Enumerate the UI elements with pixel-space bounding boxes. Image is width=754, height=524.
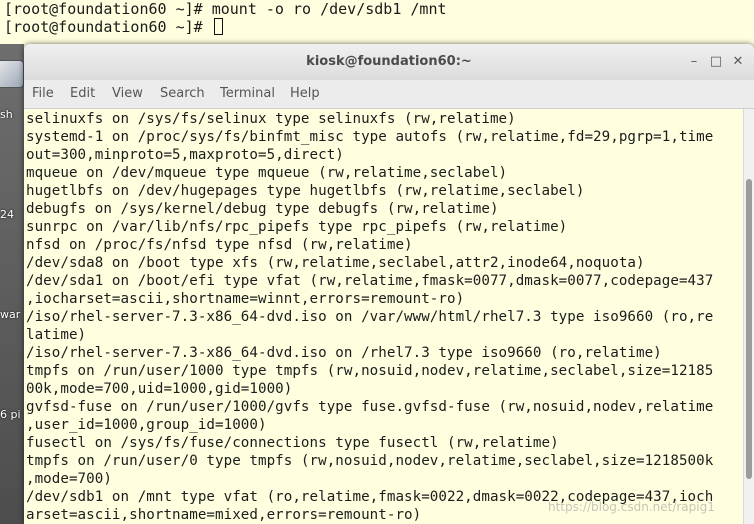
menu-file[interactable]: File (32, 80, 54, 108)
desktop-area: sh 24 war 6 pi (0, 44, 24, 524)
output-line: hugetlbfs on /dev/hugepages type hugetlb… (26, 183, 585, 199)
menu-help[interactable]: Help (290, 80, 320, 108)
output-line: ,mode=700) (26, 471, 112, 487)
desktop-label: sh (0, 108, 13, 121)
maximize-icon[interactable]: □ (708, 54, 724, 70)
menu-search[interactable]: Search (160, 80, 205, 108)
output-line: tmpfs on /run/user/1000 type tmpfs (rw,n… (26, 363, 714, 379)
minimize-icon[interactable]: – (686, 54, 702, 70)
output-line: mqueue on /dev/mqueue type mqueue (rw,re… (26, 165, 508, 181)
close-icon[interactable]: ✕ (730, 54, 746, 70)
terminal-window[interactable]: kiosk@foundation60:~ – □ ✕ File Edit Vie… (24, 44, 754, 524)
desktop-label: 24 (0, 208, 14, 221)
bg-terminal-line: [root@foundation60 ~]# mount -o ro /dev/… (4, 0, 447, 18)
output-line: /iso/rhel-server-7.3-x86_64-dvd.iso on /… (26, 309, 714, 325)
output-line: ,iocharset=ascii,shortname=winnt,errors=… (26, 291, 465, 307)
output-line: /dev/sda1 on /boot/efi type vfat (rw,rel… (26, 273, 714, 289)
output-line: /iso/rhel-server-7.3-x86_64-dvd.iso on /… (26, 345, 662, 361)
output-line: latime) (26, 327, 87, 343)
output-line: tmpfs on /run/user/0 type tmpfs (rw,nosu… (26, 453, 714, 469)
output-line: debugfs on /sys/kernel/debug type debugf… (26, 201, 499, 217)
desktop-label: war (0, 308, 21, 321)
terminal-output[interactable]: selinuxfs on /sys/fs/selinux type selinu… (24, 109, 744, 524)
menu-edit[interactable]: Edit (70, 80, 95, 108)
output-line: sunrpc on /var/lib/nfs/rpc_pipefs type r… (26, 219, 568, 235)
cursor-block (213, 18, 223, 35)
output-line: nfsd on /proc/fs/nfsd type nfsd (rw,rela… (26, 237, 413, 253)
output-line: 00k,mode=700,uid=1000,gid=1000) (26, 381, 293, 397)
desktop-label: 6 pi (0, 408, 21, 421)
output-line: systemd-1 on /proc/sys/fs/binfmt_misc ty… (26, 129, 714, 145)
bg-terminal-prompt: [root@foundation60 ~]# (4, 18, 212, 36)
output-line: selinuxfs on /sys/fs/selinux type selinu… (26, 111, 516, 127)
bg-terminal-prompt-line: [root@foundation60 ~]# (4, 18, 223, 36)
menu-view[interactable]: View (112, 80, 143, 108)
scrollbar-thumb[interactable] (746, 179, 752, 479)
menu-terminal[interactable]: Terminal (220, 80, 275, 108)
output-line: arset=ascii,shortname=mixed,errors=remou… (26, 507, 422, 523)
title-bar[interactable]: kiosk@foundation60:~ – □ ✕ (24, 44, 754, 81)
output-line: out=300,minproto=5,maxproto=5,direct) (26, 147, 344, 163)
watermark: https://blog.csdn.net/rapig1 (548, 500, 715, 514)
scrollbar[interactable] (743, 109, 754, 524)
desktop-icon[interactable] (0, 60, 24, 88)
output-line: fusectl on /sys/fs/fuse/connections type… (26, 435, 559, 451)
output-line: /dev/sda8 on /boot type xfs (rw,relatime… (26, 255, 645, 271)
output-line: gvfsd-fuse on /run/user/1000/gvfs type f… (26, 399, 714, 415)
output-line: ,user_id=1000,group_id=1000) (26, 417, 267, 433)
menu-bar: File Edit View Search Terminal Help (24, 80, 754, 109)
window-title: kiosk@foundation60:~ (306, 54, 472, 69)
